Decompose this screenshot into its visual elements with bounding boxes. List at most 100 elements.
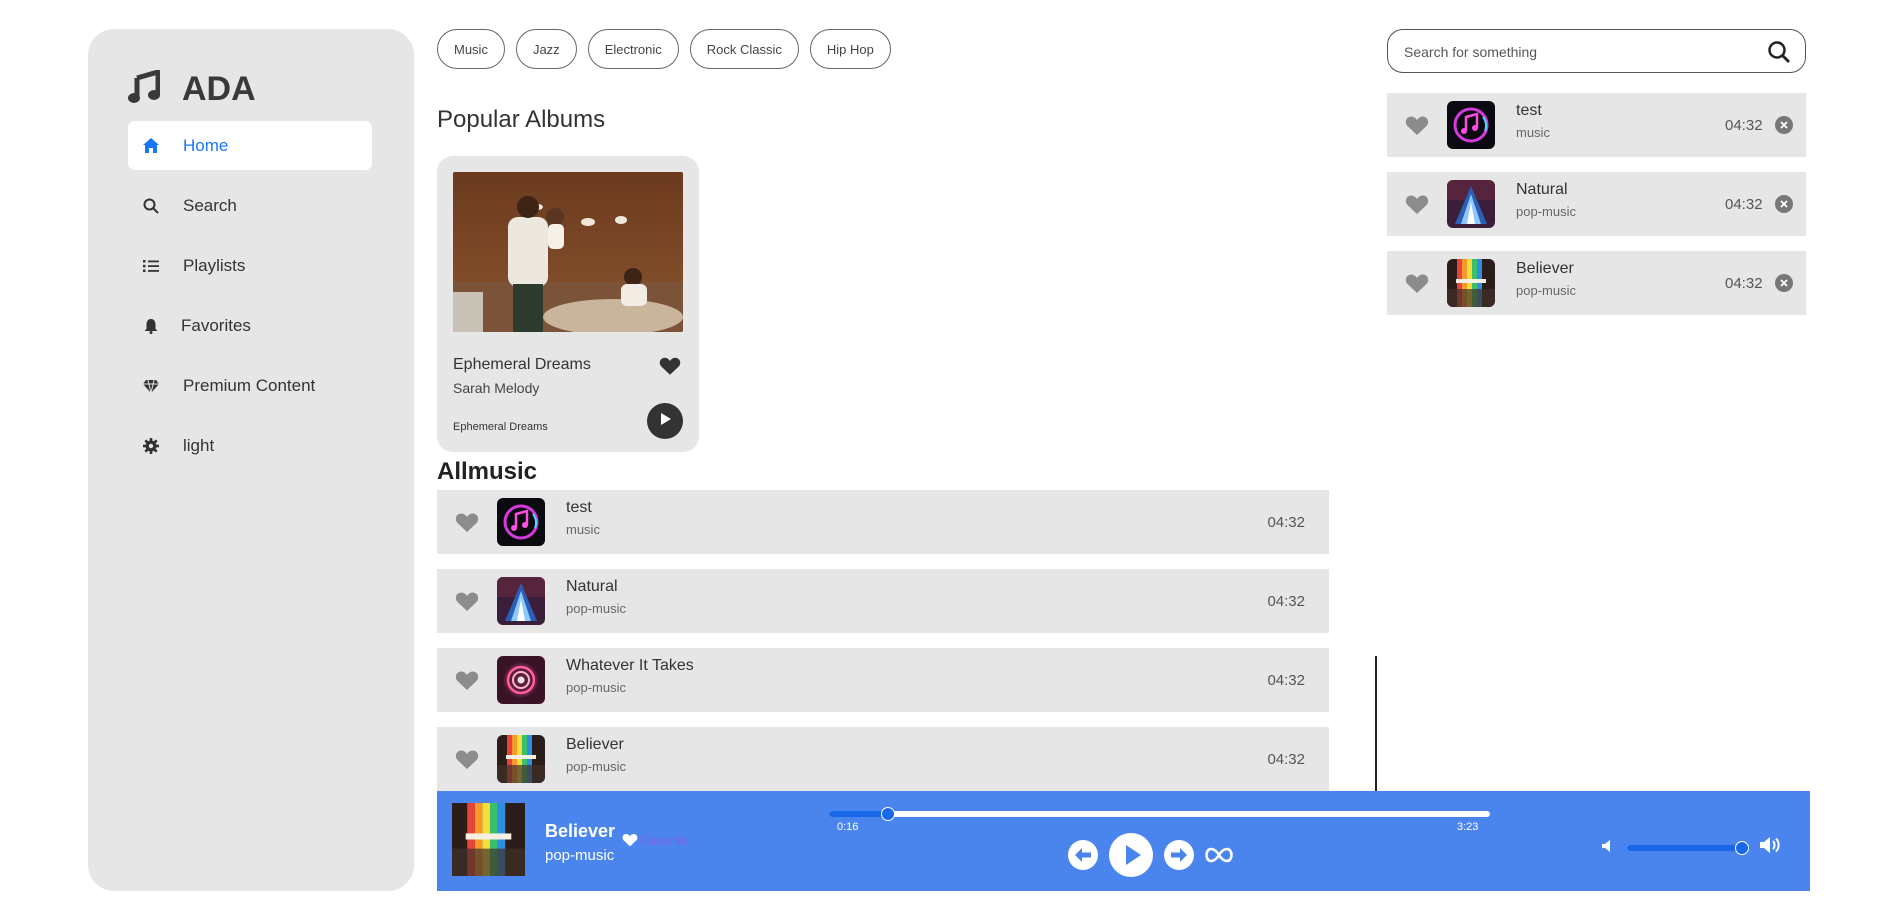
divider [1375, 656, 1377, 792]
arrow-left-icon [1067, 839, 1099, 876]
track-genre: pop-music [1516, 204, 1576, 219]
volume-fill [1627, 845, 1743, 851]
sidebar-item-search[interactable]: Search [128, 181, 372, 230]
home-icon [142, 137, 160, 155]
progress-handle[interactable] [881, 807, 896, 821]
album-subtitle: Ephemeral Dreams [453, 421, 548, 433]
queue-item[interactable]: test music 04:32 [1387, 93, 1806, 157]
previous-button[interactable] [1067, 839, 1099, 876]
genre-tag[interactable]: Music [437, 29, 505, 69]
progress-fill [829, 811, 889, 817]
track-genre: pop-music [566, 759, 626, 774]
track-duration: 04:32 [1267, 751, 1305, 768]
track-duration: 04:32 [1725, 275, 1763, 292]
search-icon [142, 197, 160, 215]
close-icon [1780, 195, 1788, 213]
track-title: test [1516, 102, 1542, 119]
track-title: Natural [1516, 181, 1568, 198]
sidebar-item-favorites[interactable]: Favorites [128, 301, 372, 350]
track-thumbnail [1447, 101, 1495, 149]
heart-icon[interactable] [1405, 115, 1429, 136]
popular-albums-title: Popular Albums [437, 106, 606, 133]
diamond-icon [142, 377, 160, 395]
track-row[interactable]: Natural pop-music 04:32 [437, 569, 1329, 633]
next-button[interactable] [1163, 839, 1195, 876]
now-playing-title: Believer [545, 821, 616, 841]
mute-button[interactable] [1599, 839, 1617, 857]
track-duration: 04:32 [1267, 672, 1305, 689]
track-row[interactable]: Believer pop-music 04:32 [437, 727, 1329, 791]
search-icon[interactable] [1767, 40, 1791, 64]
brand-title: ADA [182, 69, 256, 108]
allmusic-title: Allmusic [437, 458, 538, 485]
loop-button[interactable] [1205, 847, 1233, 867]
volume-max-button[interactable] [1759, 836, 1781, 859]
track-duration: 04:32 [1725, 196, 1763, 213]
close-icon [1780, 274, 1788, 292]
track-thumbnail [1447, 259, 1495, 307]
music-note-icon [128, 68, 161, 109]
heart-icon[interactable] [1405, 194, 1429, 215]
volume-handle[interactable] [1735, 841, 1750, 855]
volume-slider[interactable] [1627, 841, 1750, 855]
search-input[interactable] [1404, 40, 1744, 64]
list-icon [142, 257, 160, 275]
play-icon [1108, 832, 1154, 883]
sidebar-item-playlists[interactable]: Playlists [128, 241, 372, 290]
infinity-icon [1205, 847, 1233, 868]
track-title: Whatever It Takes [566, 657, 694, 674]
remove-button[interactable] [1775, 116, 1793, 134]
heart-icon[interactable] [1405, 273, 1429, 294]
track-row[interactable]: Whatever It Takes pop-music 04:32 [437, 648, 1329, 712]
genre-tag[interactable]: Hip Hop [809, 29, 891, 69]
heart-icon[interactable] [455, 512, 479, 533]
volume-low-icon [1601, 839, 1615, 858]
favorite-label[interactable]: Favorite [641, 833, 688, 848]
track-thumbnail [497, 735, 545, 783]
brand[interactable]: ADA [128, 68, 256, 109]
heart-icon[interactable] [455, 670, 479, 691]
track-title: test [566, 499, 592, 516]
player-bar: Believer pop-music Favorite 0:16 3:23 [437, 791, 1810, 891]
track-thumbnail [497, 498, 545, 546]
queue-item[interactable]: Natural pop-music 04:32 [1387, 172, 1806, 236]
sidebar: ADA Home Search Playlists Favorites Prem… [88, 29, 414, 891]
sidebar-item-home[interactable]: Home [128, 121, 372, 170]
arrow-right-icon [1163, 839, 1195, 876]
genre-tag[interactable]: Jazz [515, 29, 577, 69]
sidebar-item-label: Premium Content [183, 375, 316, 395]
current-time: 0:16 [837, 821, 859, 833]
queue-item[interactable]: Believer pop-music 04:32 [1387, 251, 1806, 315]
track-title: Believer [1516, 260, 1574, 277]
track-thumbnail [497, 656, 545, 704]
play-button[interactable] [647, 403, 683, 439]
heart-icon[interactable] [659, 356, 681, 376]
remove-button[interactable] [1775, 274, 1793, 292]
track-thumbnail [1447, 180, 1495, 228]
genre-tag[interactable]: Rock Classic [689, 29, 799, 69]
remove-button[interactable] [1775, 195, 1793, 213]
heart-icon[interactable] [455, 749, 479, 770]
track-genre: music [566, 522, 600, 537]
album-artist: Sarah Melody [453, 380, 540, 396]
sidebar-item-label: Favorites [181, 315, 251, 335]
track-row[interactable]: test music 04:32 [437, 490, 1329, 554]
sidebar-item-premium[interactable]: Premium Content [128, 361, 372, 410]
track-duration: 04:32 [1725, 117, 1763, 134]
bell-icon [142, 317, 160, 335]
track-duration: 04:32 [1267, 514, 1305, 531]
play-button[interactable] [1108, 832, 1154, 883]
sidebar-item-label: Search [183, 195, 237, 215]
close-icon [1780, 116, 1788, 134]
progress-bar[interactable] [829, 807, 1490, 821]
genre-tag[interactable]: Electronic [587, 29, 679, 69]
album-cover [453, 172, 683, 332]
track-title: Believer [566, 736, 624, 753]
heart-icon[interactable] [455, 591, 479, 612]
album-card[interactable]: Ephemeral Dreams Sarah Melody Ephemeral … [437, 156, 699, 452]
track-genre: music [1516, 125, 1550, 140]
track-duration: 04:32 [1267, 593, 1305, 610]
sidebar-item-light[interactable]: light [128, 421, 372, 470]
volume-high-icon [1759, 836, 1781, 859]
heart-icon[interactable] [622, 833, 638, 847]
